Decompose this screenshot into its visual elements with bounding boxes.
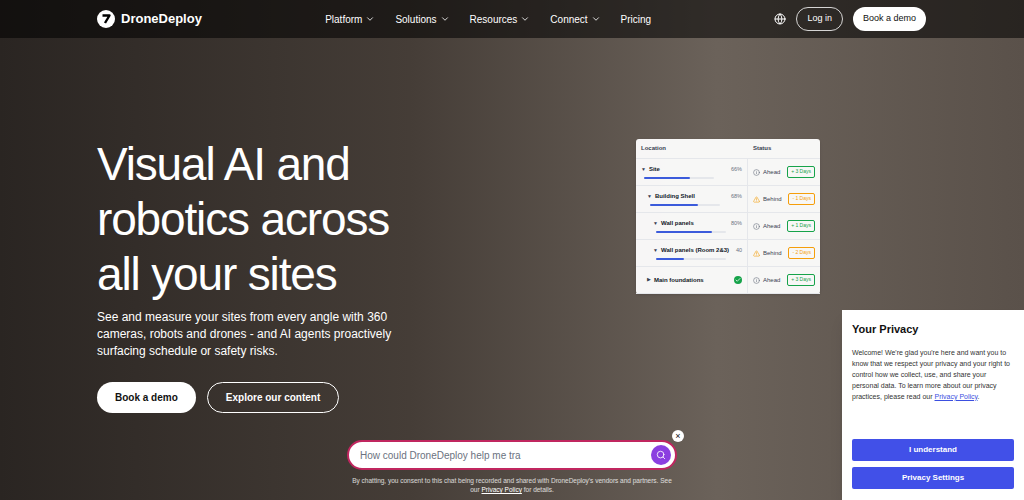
privacy-policy-link[interactable]: Privacy Policy: [935, 393, 978, 400]
chat-disclaimer: By chatting, you consent to this chat be…: [347, 476, 677, 494]
expand-caret[interactable]: ▼: [641, 166, 646, 174]
location-name: Wall panels (Room 2&3): [661, 246, 729, 255]
privacy-button[interactable]: I understand: [852, 439, 1014, 461]
status-text: Behind: [763, 195, 782, 204]
percent: 66%: [731, 165, 742, 173]
expand-caret[interactable]: ▼: [653, 247, 658, 255]
progress-bar: [656, 231, 726, 233]
hero-subtitle: See and measure your sites from every an…: [97, 309, 397, 360]
days-badge: - 1 Days: [788, 193, 815, 205]
info-icon: [753, 223, 760, 230]
chevron-down-icon: [440, 14, 450, 24]
nav-item[interactable]: Solutions: [395, 12, 449, 27]
status-text: Ahead: [763, 168, 780, 177]
chat-close-button[interactable]: ×: [672, 430, 684, 442]
landing-page: DroneDeploy Platform Solutions Resources Con…: [0, 0, 1024, 500]
book-demo-button[interactable]: Book a demo: [853, 7, 926, 31]
progress-bar: [656, 258, 726, 260]
days-badge: - 2 Days: [788, 247, 815, 259]
location-name: Site: [649, 165, 660, 174]
status-card: LocationStatus▼Site66%Ahead+ 3 Days▼Buil…: [636, 139, 820, 294]
days-badge: + 3 Days: [787, 274, 815, 286]
percent: 68%: [731, 192, 742, 200]
brand-logo-icon: [97, 10, 115, 28]
privacy-policy-link[interactable]: Privacy Policy: [481, 486, 521, 493]
hero-title: Visual AI androbotics acrossall your sit…: [97, 137, 389, 302]
column-header: Status: [748, 139, 820, 158]
search-icon: [656, 450, 666, 460]
nav-menu: Platform Solutions Resources Connect Pricing: [325, 12, 651, 27]
globe-icon[interactable]: [774, 13, 786, 25]
nav-item[interactable]: Resources: [470, 12, 531, 27]
location-name: Building Shell: [655, 192, 695, 201]
info-icon: [753, 169, 760, 176]
status-row[interactable]: ▶Main foundations Ahead + 3 Days: [636, 267, 820, 294]
days-badge: + 3 Days: [787, 166, 815, 178]
status-row[interactable]: ▼Wall panels (Room 2&3) 40 Behind - 2 Days: [636, 240, 820, 267]
status-text: Ahead: [763, 222, 780, 231]
location-name: Wall panels: [661, 219, 694, 228]
privacy-panel: Your Privacy Welcome! We're glad you're h…: [842, 310, 1024, 500]
expand-caret[interactable]: ▶: [647, 276, 651, 284]
status-row[interactable]: ▼Building Shell 68% Behind - 1 Days: [636, 186, 820, 213]
status-row[interactable]: ▼Site 66% Ahead + 3 Days: [636, 159, 820, 186]
status-text: Ahead: [763, 276, 780, 285]
nav-item[interactable]: Platform: [325, 12, 375, 27]
days-badge: + 1 Days: [787, 220, 815, 232]
book-demo-hero-button[interactable]: Book a demo: [97, 382, 196, 413]
status-row[interactable]: ▼Wall panels 80% Ahead + 1 Days: [636, 213, 820, 240]
warning-icon: [753, 196, 760, 203]
progress-bar: [644, 177, 714, 179]
privacy-body: Welcome! We're glad you're here and want…: [852, 347, 1014, 402]
expand-caret[interactable]: ▼: [653, 220, 658, 228]
expand-caret[interactable]: ▼: [647, 193, 652, 201]
percent: 40: [736, 246, 742, 254]
warning-icon: [753, 250, 760, 257]
nav-item[interactable]: Pricing: [621, 12, 652, 27]
chat-input[interactable]: How could DroneDeploy help me tra: [347, 440, 677, 470]
status-text: Behind: [763, 249, 782, 258]
progress-bar: [650, 204, 720, 206]
done-check-icon: [734, 276, 742, 284]
login-button[interactable]: Log in: [796, 7, 843, 31]
column-header: Location: [636, 139, 748, 158]
nav-bar: DroneDeploy Platform Solutions Resources Con…: [0, 0, 1024, 38]
brand-logo[interactable]: DroneDeploy: [97, 9, 202, 29]
chevron-down-icon: [365, 14, 375, 24]
nav-item[interactable]: Connect: [550, 12, 600, 27]
privacy-title: Your Privacy: [852, 321, 1014, 338]
explore-content-button[interactable]: Explore our content: [207, 382, 339, 413]
location-name: Main foundations: [654, 276, 704, 285]
privacy-button[interactable]: Privacy Settings: [852, 467, 1014, 489]
chat-send-button[interactable]: [651, 445, 671, 465]
percent: 80%: [731, 219, 742, 227]
chevron-down-icon: [520, 14, 530, 24]
chevron-down-icon: [591, 14, 601, 24]
info-icon: [753, 277, 760, 284]
